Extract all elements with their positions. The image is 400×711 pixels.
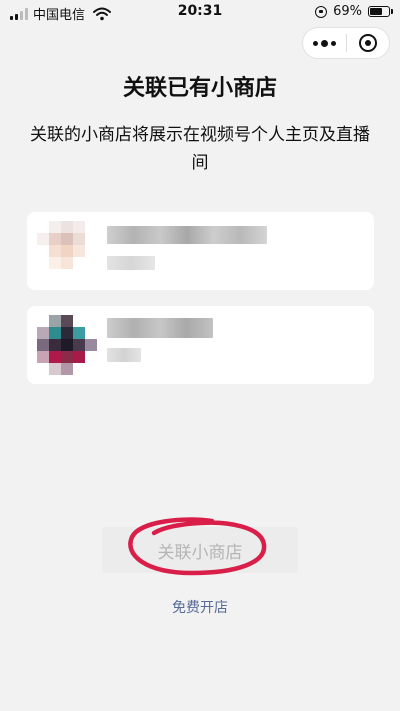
status-right: 69%	[315, 4, 393, 19]
page-subtitle: 关联的小商店将展示在视频号个人主页及直播间	[30, 125, 370, 173]
close-miniprogram-button[interactable]	[347, 28, 390, 58]
store-card[interactable]	[27, 306, 374, 384]
orientation-lock-icon	[315, 5, 328, 18]
store-card[interactable]	[27, 212, 374, 290]
link-store-button[interactable]: 关联小商店	[102, 527, 298, 573]
store-name-redacted	[107, 226, 267, 244]
store-avatar	[37, 221, 97, 281]
store-avatar	[37, 315, 97, 375]
more-dots-icon	[312, 39, 336, 47]
battery-percent: 69%	[333, 4, 362, 19]
battery-fill	[370, 8, 382, 15]
miniprogram-capsule	[302, 27, 390, 59]
store-name-redacted	[107, 318, 213, 338]
store-desc-redacted	[107, 348, 141, 362]
open-store-free-link[interactable]: 免费开店	[0, 597, 400, 617]
more-button[interactable]	[303, 28, 346, 58]
store-desc-redacted	[107, 256, 155, 270]
page-title: 关联已有小商店	[122, 76, 277, 101]
battery-icon	[368, 6, 393, 17]
status-bar: 中国电信 20:31 69%	[0, 0, 400, 24]
target-circle-icon	[358, 34, 377, 52]
